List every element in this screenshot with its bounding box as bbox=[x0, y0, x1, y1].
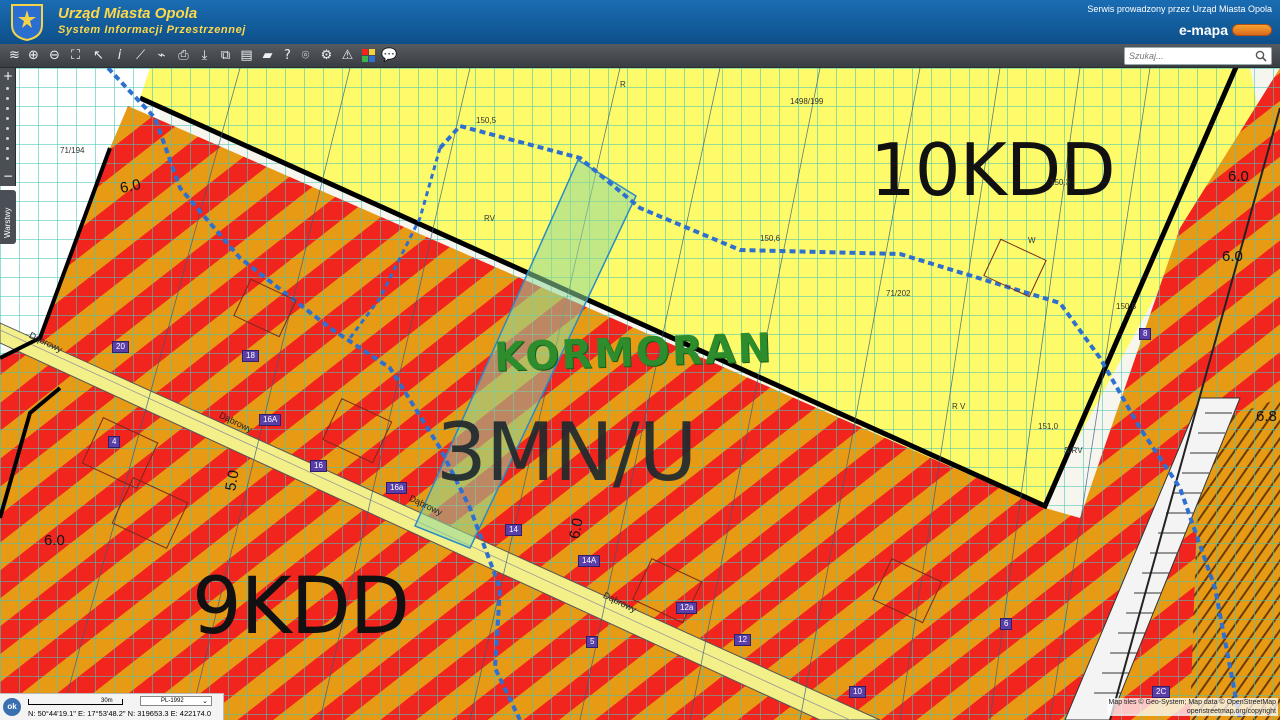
page-title: Urząd Miasta Opola bbox=[58, 5, 198, 22]
zoom-extent-icon[interactable]: ⛶ bbox=[67, 47, 84, 64]
parcel-label: 71/194 bbox=[60, 146, 85, 155]
search-input[interactable] bbox=[1129, 49, 1251, 63]
measure-distance-icon[interactable]: ⟋ bbox=[132, 47, 149, 64]
zoom-level-dot[interactable] bbox=[6, 147, 9, 150]
zoom-level-dot[interactable] bbox=[6, 117, 9, 120]
scale-text: 30m bbox=[101, 698, 113, 704]
scale-bar: 30m bbox=[28, 698, 123, 705]
dimension-label: 6.0 bbox=[1222, 248, 1243, 265]
info-icon[interactable]: i bbox=[111, 47, 128, 64]
zoom-plus-button[interactable]: + bbox=[3, 70, 13, 82]
plot-number[interactable]: 14A bbox=[578, 555, 601, 567]
zoom-level-dot[interactable] bbox=[6, 137, 9, 140]
zoom-level-dot[interactable] bbox=[6, 97, 9, 100]
dimension-label: 6.8 bbox=[1256, 408, 1277, 425]
parcel-label: 150,6 bbox=[760, 234, 781, 243]
parcel-label: S/RV bbox=[1064, 446, 1083, 455]
parcel-label: RV bbox=[484, 214, 495, 223]
parcel-label: 71/202 bbox=[886, 289, 911, 298]
help-icon[interactable]: ? bbox=[279, 47, 296, 64]
map-canvas[interactable]: 10KDD 9KDD 3MN/U KORMORAN Dąbrowy Dąbrow… bbox=[0, 68, 1280, 720]
dimension-label: 6.0 bbox=[44, 532, 65, 549]
attribution-link[interactable]: openstreetmap.org/copyright bbox=[1109, 707, 1276, 716]
crs-select[interactable]: PL-1992 ⌄ bbox=[140, 696, 212, 706]
measure-area-icon[interactable]: ⌁ bbox=[153, 47, 170, 64]
status-bar: ok 30m PL-1992 ⌄ N: 50°44'19.1" E: 17°53… bbox=[0, 693, 224, 720]
layers-tab-label: Warstwy bbox=[3, 207, 12, 238]
chat-icon[interactable]: ▰ bbox=[259, 47, 276, 64]
app-header: Urząd Miasta Opola System Informacji Prz… bbox=[0, 0, 1280, 44]
plot-number[interactable]: 16A bbox=[259, 414, 282, 426]
parcel-label: R V bbox=[952, 402, 966, 411]
search-field[interactable] bbox=[1124, 47, 1272, 65]
plot-number[interactable]: 14 bbox=[505, 524, 522, 536]
plot-number[interactable]: 16 bbox=[310, 460, 327, 472]
zoom-level-dot[interactable] bbox=[6, 127, 9, 130]
zone-label-9kdd: 9KDD bbox=[192, 562, 410, 652]
parcel-label: 150,5 bbox=[476, 116, 497, 125]
zone-label-3mnu: 3MN/U bbox=[436, 406, 697, 499]
plot-number[interactable]: 16a bbox=[386, 482, 408, 494]
attribution-line: Map tiles © Geo-System; Map data © OpenS… bbox=[1108, 699, 1277, 706]
download-icon[interactable]: ⤓ bbox=[196, 47, 213, 64]
legend-icon[interactable] bbox=[360, 47, 377, 64]
plot-number[interactable]: 4 bbox=[108, 436, 121, 448]
plot-number[interactable]: 2C bbox=[1152, 686, 1171, 698]
zoom-out-icon[interactable]: ⊖ bbox=[46, 47, 63, 64]
plot-number[interactable]: 12 bbox=[734, 634, 751, 646]
plot-number[interactable]: 10 bbox=[849, 686, 866, 698]
zoom-in-icon[interactable]: ⊕ bbox=[25, 47, 42, 64]
plot-number[interactable]: 8 bbox=[1139, 328, 1152, 340]
parcel-label: R bbox=[620, 80, 626, 89]
layers-icon[interactable]: ≋ bbox=[6, 47, 23, 64]
location-icon[interactable]: ⌾ bbox=[297, 47, 314, 64]
service-note: Serwis prowadzony przez Urząd Miasta Opo… bbox=[1087, 4, 1272, 14]
search-icon[interactable] bbox=[1255, 50, 1267, 62]
parcel-label: 150,3 bbox=[1050, 178, 1071, 187]
settings-icon[interactable]: ⚙ bbox=[318, 47, 335, 64]
zoom-level-dot[interactable] bbox=[6, 107, 9, 110]
print-icon[interactable]: ⎙ bbox=[175, 47, 192, 64]
dimension-label: 6.0 bbox=[1228, 168, 1249, 185]
window-icon[interactable]: ▤ bbox=[238, 47, 255, 64]
emapa-badge-icon bbox=[1232, 24, 1272, 36]
chevron-down-icon: ⌄ bbox=[202, 698, 208, 705]
emapa-brand[interactable]: e-mapa bbox=[1179, 22, 1228, 38]
zoom-level-dot[interactable] bbox=[6, 87, 9, 90]
pan-icon[interactable]: ⧉ bbox=[217, 47, 234, 64]
plot-number[interactable]: 18 bbox=[242, 350, 259, 362]
parcel-label: W bbox=[1028, 236, 1036, 245]
warning-icon[interactable]: ⚠ bbox=[339, 47, 356, 64]
zone-label-10kdd: 10KDD bbox=[870, 128, 1116, 212]
zoom-level-dot[interactable] bbox=[6, 157, 9, 160]
page-subtitle: System Informacji Przestrzennej bbox=[58, 24, 246, 36]
plot-number[interactable]: 6 bbox=[1000, 618, 1013, 630]
coordinates-readout: N: 50°44'19.1" E: 17°53'48.2" N: 319653.… bbox=[28, 709, 212, 718]
city-crest-logo bbox=[11, 4, 43, 41]
zoom-rail: + − bbox=[0, 68, 16, 186]
plot-number[interactable]: 20 bbox=[112, 341, 129, 353]
dimension-label: 5.0 bbox=[222, 468, 243, 493]
kormoran-label: KORMORAN bbox=[493, 325, 774, 381]
select-arrow-icon[interactable]: ↖ bbox=[90, 47, 107, 64]
crs-value: PL-1992 bbox=[161, 698, 184, 704]
dimension-label: 6.0 bbox=[566, 516, 587, 541]
plot-number[interactable]: 12a bbox=[676, 602, 698, 614]
parcel-label: 1498/199 bbox=[790, 97, 824, 106]
map-toolbar: ≋ ⊕ ⊖ ⛶ ↖ i ⟋ ⌁ ⎙ ⤓ ⧉ ▤ ▰ ? ⌾ ⚙ ⚠ 💬 bbox=[0, 44, 1280, 68]
zoom-minus-button[interactable]: − bbox=[3, 170, 13, 182]
parcel-label: 151,0 bbox=[1038, 422, 1059, 431]
parcel-label: 150,8 bbox=[1116, 302, 1137, 311]
map-attribution: Map tiles © Geo-System; Map data © OpenS… bbox=[1106, 698, 1278, 716]
plot-number[interactable]: 5 bbox=[586, 636, 599, 648]
comment-icon[interactable]: 💬 bbox=[381, 47, 398, 64]
layers-panel-tab[interactable]: Warstwy bbox=[0, 190, 16, 244]
ok-button[interactable]: ok bbox=[3, 698, 21, 716]
